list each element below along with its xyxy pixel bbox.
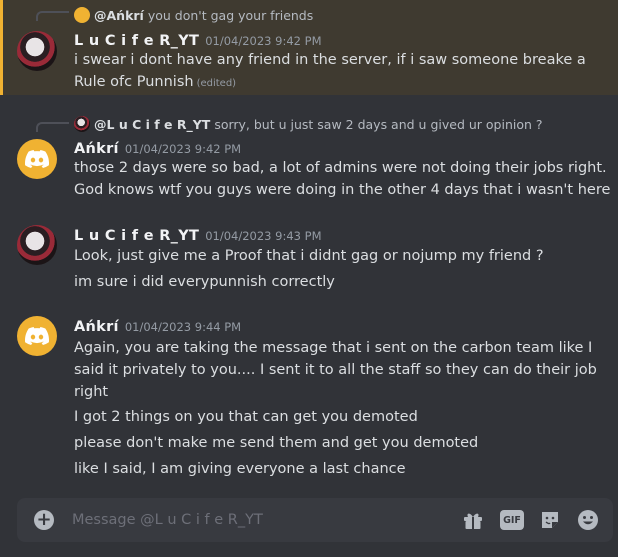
reply-author[interactable]: @L u C i f e R_YT (94, 117, 210, 132)
reply-spine (36, 122, 69, 132)
reply-spine (36, 11, 69, 21)
message-header: L u C i f e R_YT 01/04/2023 9:43 PM (74, 225, 322, 244)
reply-avatar (74, 116, 90, 132)
message-4: Ańkrí 01/04/2023 9:44 PM Again, you are t… (0, 314, 618, 484)
message-1: @Ańkrí you don't gag your friends L u C i… (0, 0, 618, 95)
message-line: i swear i dont have any friend in the se… (74, 52, 586, 68)
message-line: God knows wtf you guys were doing in the… (74, 182, 611, 198)
username[interactable]: L u C i f e R_YT (74, 33, 199, 49)
discord-avatar-icon (25, 150, 49, 168)
message-input[interactable] (72, 508, 442, 532)
avatar[interactable] (17, 225, 57, 265)
message-line: Again, you are taking the message that i… (74, 340, 593, 356)
avatar[interactable] (17, 139, 57, 179)
timestamp: 01/04/2023 9:42 PM (205, 34, 322, 48)
timestamp: 01/04/2023 9:42 PM (124, 142, 242, 156)
message-header: L u C i f e R_YT 01/04/2023 9:42 PM (74, 30, 322, 49)
message-composer: + GIF (17, 498, 613, 542)
reply-preview[interactable]: @Ańkrí you don't gag your friends (74, 7, 313, 23)
avatar[interactable] (17, 316, 57, 356)
reply-author[interactable]: @Ańkrí (94, 8, 144, 23)
message-line: like I said, I am giving everyone a last… (74, 461, 406, 477)
message-line: said it privately to you.... I sent it t… (74, 362, 597, 378)
emoji-icon[interactable] (577, 509, 599, 531)
gif-icon[interactable]: GIF (500, 510, 524, 530)
timestamp: 01/04/2023 9:43 PM (205, 229, 322, 243)
gift-icon[interactable] (462, 509, 484, 531)
username[interactable]: Ańkrí (74, 141, 119, 157)
avatar[interactable] (17, 31, 57, 71)
message-line: please don't make me send them and get y… (74, 435, 479, 451)
message-line: Look, just give me a Proof that i didnt … (74, 248, 544, 264)
message-text: Rule ofc Punnish (74, 74, 194, 90)
message-line: I got 2 things on you that can get you d… (74, 409, 418, 425)
message-3: L u C i f e R_YT 01/04/2023 9:43 PM Look,… (0, 222, 618, 297)
reply-avatar (74, 7, 90, 23)
message-2: @L u C i f e R_YT sorry, but u just saw 2… (0, 112, 618, 204)
message-line: Rule ofc Punnish (edited) (74, 72, 236, 94)
username[interactable]: L u C i f e R_YT (74, 228, 199, 244)
sticker-icon[interactable] (539, 509, 561, 531)
reply-preview[interactable]: @L u C i f e R_YT sorry, but u just saw 2… (74, 116, 543, 132)
reply-text: sorry, but u just saw 2 days and u gived… (214, 117, 543, 132)
reply-text: you don't gag your friends (147, 8, 314, 23)
username[interactable]: Ańkrí (74, 319, 119, 335)
timestamp: 01/04/2023 9:44 PM (124, 320, 242, 334)
message-header: Ańkrí 01/04/2023 9:42 PM (74, 138, 241, 157)
message-header: Ańkrí 01/04/2023 9:44 PM (74, 316, 241, 335)
add-attachment-icon[interactable]: + (34, 510, 54, 530)
message-line: right (74, 384, 109, 400)
edited-label: (edited) (196, 78, 237, 89)
message-line: im sure i did everypunnish correctly (74, 274, 335, 290)
message-line: those 2 days were so bad, a lot of admin… (74, 160, 607, 176)
discord-avatar-icon (25, 327, 49, 345)
